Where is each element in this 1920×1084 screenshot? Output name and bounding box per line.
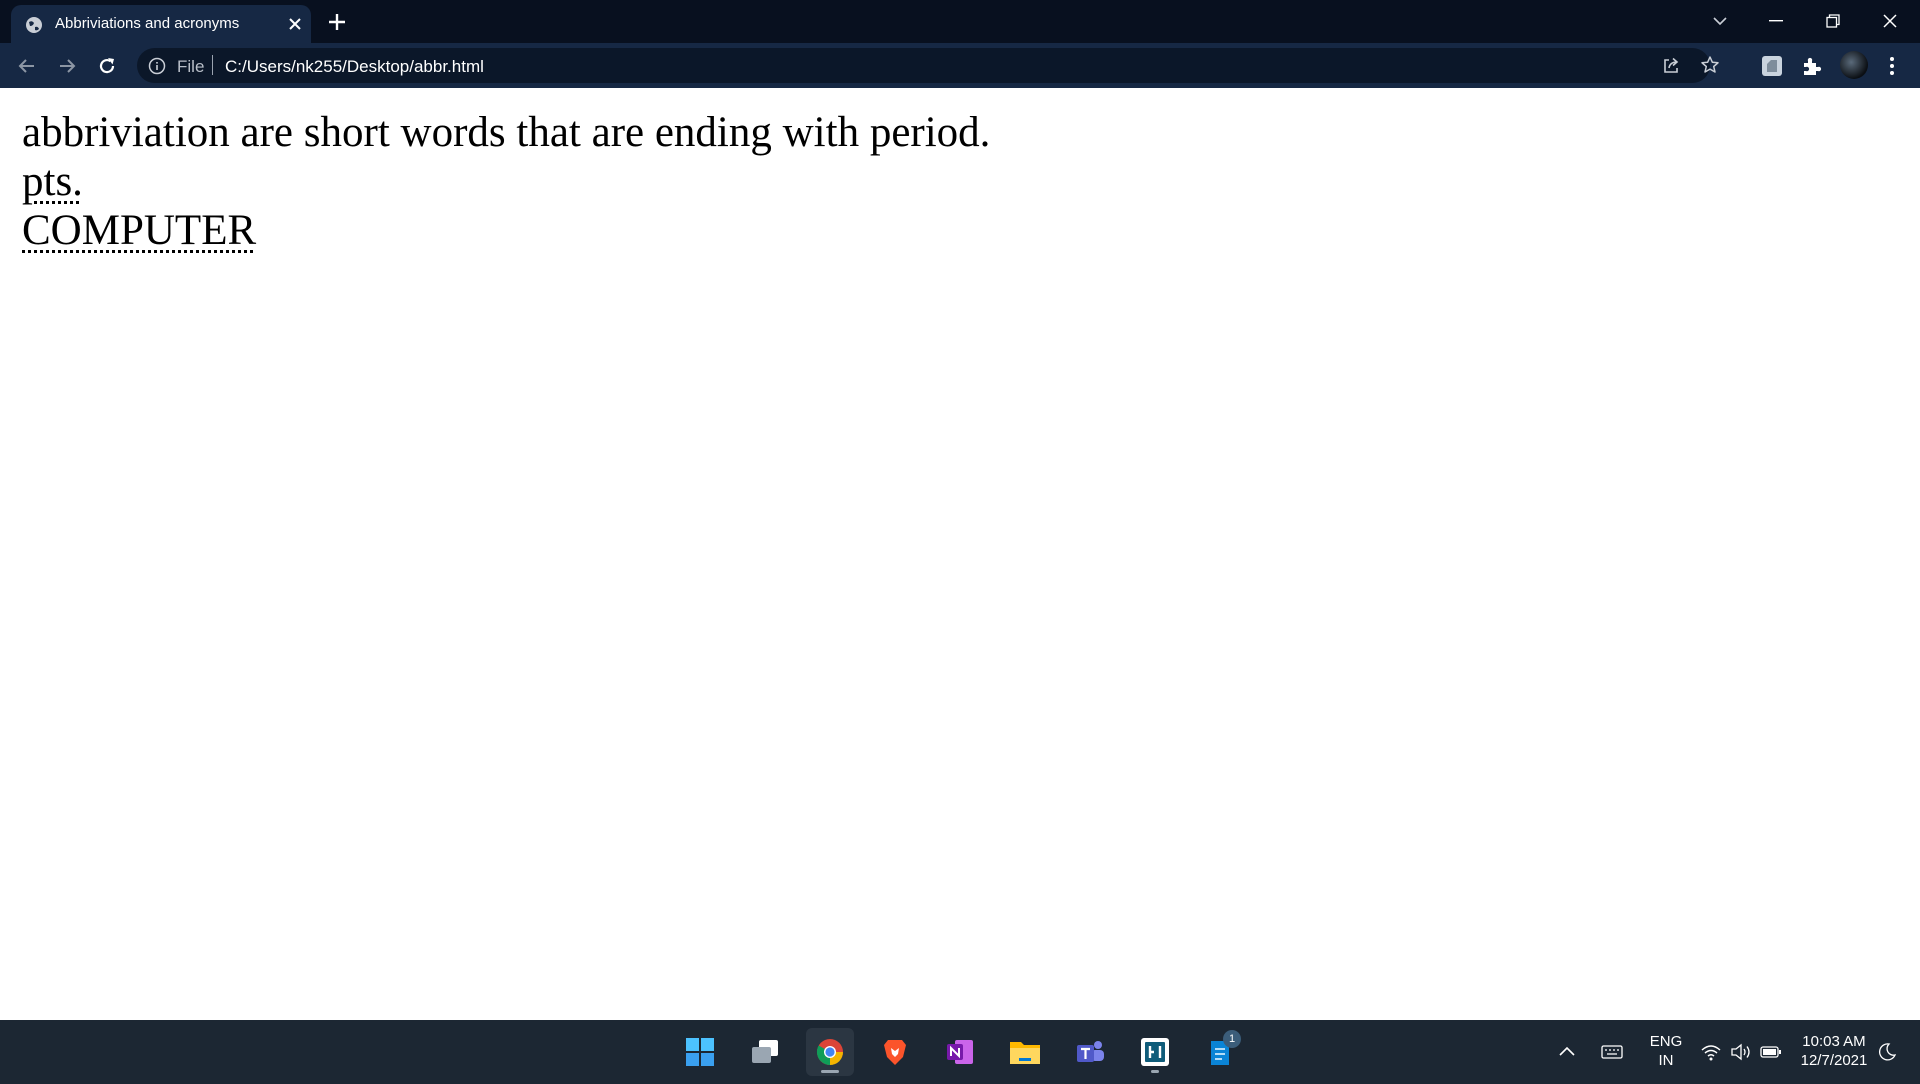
page-content: abbriviation are short words that are en… [22,108,990,255]
extension-icon[interactable] [1760,54,1784,78]
back-icon[interactable] [14,53,40,79]
running-indicator [821,1070,839,1073]
task-view-button[interactable] [741,1028,789,1076]
onenote-taskbar-button[interactable] [936,1028,984,1076]
start-button[interactable] [676,1028,724,1076]
brave-taskbar-button[interactable] [871,1028,919,1076]
restore-icon[interactable] [1819,8,1847,34]
scheme-label: File [177,57,205,76]
language-code: ENG [1649,1033,1683,1050]
chrome-icon [816,1039,843,1066]
clock-date: 12/7/2021 [1800,1052,1868,1069]
globe-icon [26,17,42,33]
focus-assist-moon-icon[interactable] [1876,1042,1898,1062]
forward-icon[interactable] [54,53,80,79]
task-view-icon [752,1040,778,1063]
windows-taskbar: 1 ENG IN 10:03 AM 12/7/2021 [0,1020,1920,1084]
profile-avatar[interactable] [1840,51,1868,79]
running-indicator [1151,1070,1159,1073]
notification-badge: 1 [1223,1030,1241,1048]
brave-icon [884,1040,906,1065]
close-window-icon[interactable] [1876,8,1904,34]
battery-icon[interactable] [1760,1042,1782,1062]
browser-tabstrip: Abbriviations and acronyms [0,0,1920,43]
address-bar[interactable]: File C:/Users/nk255/Desktop/abbr.html [137,48,1719,83]
teams-taskbar-button[interactable] [1066,1028,1114,1076]
acronym-computer[interactable]: COMPUTER [22,207,256,254]
keyboard-icon[interactable] [1601,1042,1623,1062]
new-tab-icon[interactable] [326,11,348,33]
address-separator [212,55,213,75]
share-icon[interactable] [1661,56,1681,76]
teams-icon [1077,1041,1104,1062]
close-tab-icon[interactable] [287,16,303,32]
tab-title: Abbriviations and acronyms [55,15,240,32]
abbreviation-pts[interactable]: pts. [22,158,83,205]
sentence-text: abbriviation are short words that are en… [22,109,991,156]
bookmark-star-icon[interactable] [1700,55,1720,75]
chrome-taskbar-button[interactable] [806,1028,854,1076]
chevron-up-icon[interactable] [1556,1042,1578,1062]
reload-icon[interactable] [94,53,120,79]
info-icon[interactable] [148,57,166,75]
wifi-icon[interactable] [1700,1042,1722,1062]
tab-search-icon[interactable] [1706,8,1734,34]
minimize-icon[interactable] [1762,8,1790,34]
file-explorer-icon [1010,1042,1040,1064]
more-menu-icon[interactable] [1882,54,1902,78]
onenote-icon [947,1040,973,1064]
url-text[interactable]: C:/Users/nk255/Desktop/abbr.html [225,57,484,77]
language-indicator[interactable]: ENG IN [1644,1032,1688,1070]
file-explorer-taskbar-button[interactable] [1001,1028,1049,1076]
notepad-taskbar-button[interactable]: 1 [1196,1028,1244,1076]
region-code: IN [1658,1052,1674,1069]
clock-time: 10:03 AM [1802,1033,1866,1050]
browser-tab[interactable]: Abbriviations and acronyms [11,5,311,43]
start-icon [686,1038,714,1066]
puzzle-extensions-icon[interactable] [1800,54,1824,78]
clock[interactable]: 10:03 AM 12/7/2021 [1794,1032,1874,1070]
volume-icon[interactable] [1730,1042,1752,1062]
browser-toolbar: File C:/Users/nk255/Desktop/abbr.html [0,43,1920,88]
snipping-tool-icon [1141,1038,1169,1066]
snipping-tool-taskbar-button[interactable] [1131,1028,1179,1076]
